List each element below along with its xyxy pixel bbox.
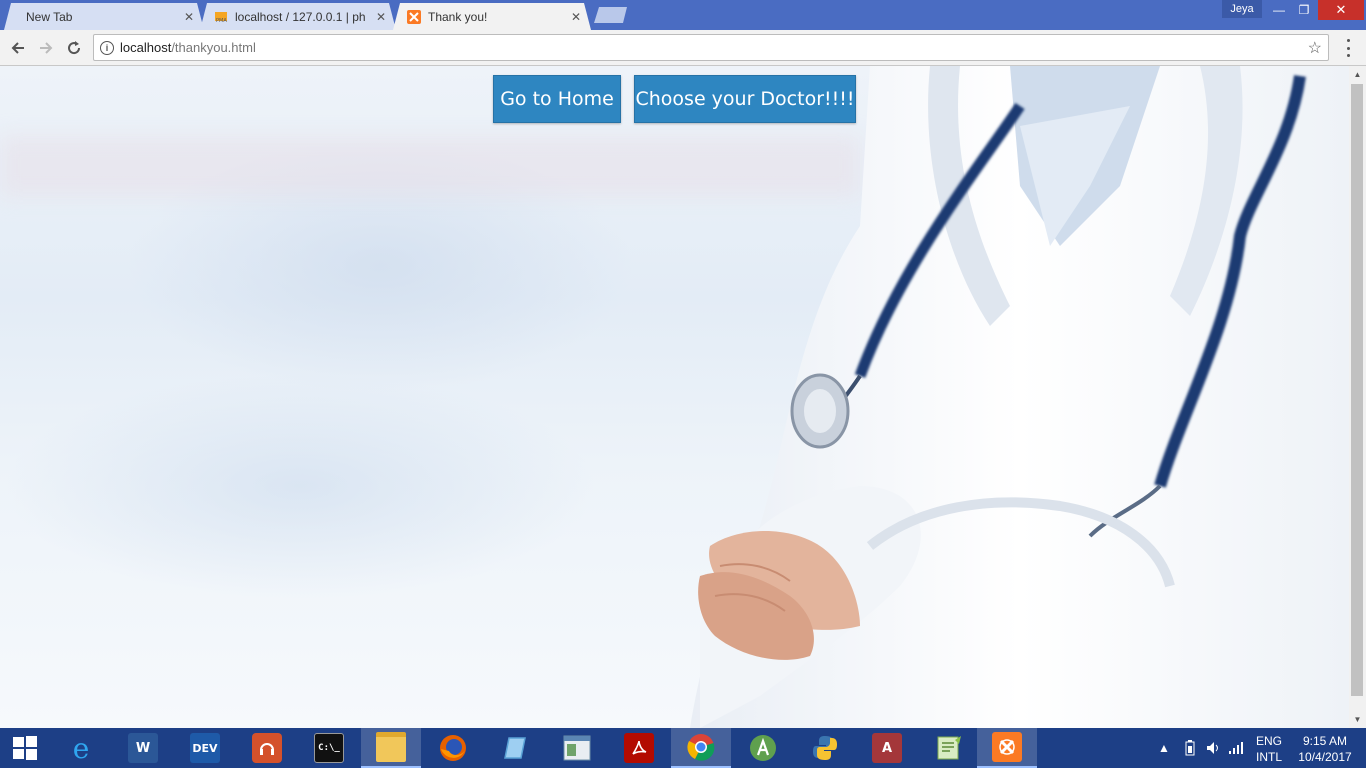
address-path: /thankyou.html [171, 40, 256, 55]
address-bar[interactable]: i localhost/thankyou.html ☆ [93, 34, 1329, 61]
page-viewport: Go to Home Choose your Doctor!!!! [0, 66, 1349, 728]
restore-icon[interactable]: ❐ [1291, 0, 1317, 20]
close-icon[interactable]: ✕ [569, 10, 583, 24]
more-vert-icon[interactable] [1342, 39, 1354, 57]
info-icon[interactable]: i [100, 40, 114, 55]
scroll-up-icon[interactable]: ▲ [1349, 66, 1366, 83]
reload-icon[interactable] [63, 37, 85, 59]
access-icon[interactable]: A [857, 728, 917, 768]
choose-doctor-button[interactable]: Choose your Doctor!!!! [634, 75, 856, 123]
ie-icon[interactable]: e [51, 728, 111, 768]
xampp-icon [407, 10, 421, 24]
firefox-icon[interactable] [423, 728, 483, 768]
close-icon[interactable]: ✕ [374, 10, 388, 24]
vertical-scrollbar[interactable]: ▲ ▼ [1349, 66, 1366, 728]
window-icon[interactable] [547, 728, 607, 768]
browser-toolbar: i localhost/thankyou.html ☆ [0, 30, 1366, 66]
chevron-up-icon[interactable]: ▲ [1158, 728, 1170, 768]
address-host: localhost [120, 40, 172, 55]
notepad-icon[interactable] [485, 728, 545, 768]
doctor-background-image [690, 66, 1349, 728]
network-signal-icon[interactable] [1228, 728, 1244, 768]
keyboard-layout-line: INTL [1256, 750, 1283, 764]
language-indicator[interactable]: ENG INTL [1256, 733, 1282, 765]
clock-time: 9:15 AM [1302, 734, 1348, 748]
minimize-icon[interactable]: — [1266, 0, 1292, 20]
language-line: ENG [1256, 734, 1283, 748]
windows-logo-icon[interactable] [0, 728, 50, 768]
tab-label: Thank you! [428, 9, 488, 24]
svg-text:PMA: PMA [216, 18, 227, 24]
notepadpp-icon[interactable] [919, 728, 979, 768]
browser-titlebar: New Tab ✕ PMA localhost / 127.0.0.1 | ph… [0, 0, 1366, 30]
new-tab-button[interactable] [594, 7, 628, 23]
scroll-down-icon[interactable]: ▼ [1349, 711, 1366, 728]
user-profile-badge[interactable]: Jeya [1222, 0, 1262, 18]
tab-label: New Tab [26, 9, 73, 24]
star-icon[interactable]: ☆ [1308, 38, 1322, 58]
tab-phpmyadmin[interactable]: PMA localhost / 127.0.0.1 | ph ✕ [200, 3, 396, 30]
acrobat-icon[interactable] [609, 728, 669, 768]
word-icon[interactable]: W [113, 728, 173, 768]
volume-icon[interactable] [1205, 728, 1221, 768]
clock[interactable]: 9:15 AM 10/4/2017 [1296, 733, 1354, 765]
arrow-left-icon[interactable] [7, 37, 29, 59]
folder-icon[interactable] [361, 728, 421, 768]
cmd-icon[interactable]: C:\_ [299, 728, 359, 768]
chrome-icon[interactable] [671, 728, 731, 768]
xampp-icon[interactable] [977, 728, 1037, 768]
battery-icon[interactable] [1184, 728, 1196, 768]
headphones-icon[interactable] [237, 728, 297, 768]
tab-label: localhost / 127.0.0.1 | ph [235, 9, 366, 24]
windows-taskbar: e W DEV C:\_ A ▲ ENG INTL 9:15 AM 10/4/2… [0, 728, 1366, 768]
window-close-icon[interactable]: ✕ [1318, 0, 1364, 20]
clock-date: 10/4/2017 [1298, 750, 1352, 764]
go-to-home-button[interactable]: Go to Home [493, 75, 621, 123]
phpmyadmin-icon: PMA [214, 10, 228, 24]
scroll-thumb[interactable] [1351, 84, 1363, 696]
devcpp-icon[interactable]: DEV [175, 728, 235, 768]
tab-thank-you[interactable]: Thank you! ✕ [393, 3, 591, 30]
tab-new-tab[interactable]: New Tab ✕ [4, 3, 204, 30]
close-icon[interactable]: ✕ [182, 10, 196, 24]
android-studio-icon[interactable] [733, 728, 793, 768]
python-icon[interactable] [795, 728, 855, 768]
arrow-right-icon[interactable] [35, 37, 57, 59]
